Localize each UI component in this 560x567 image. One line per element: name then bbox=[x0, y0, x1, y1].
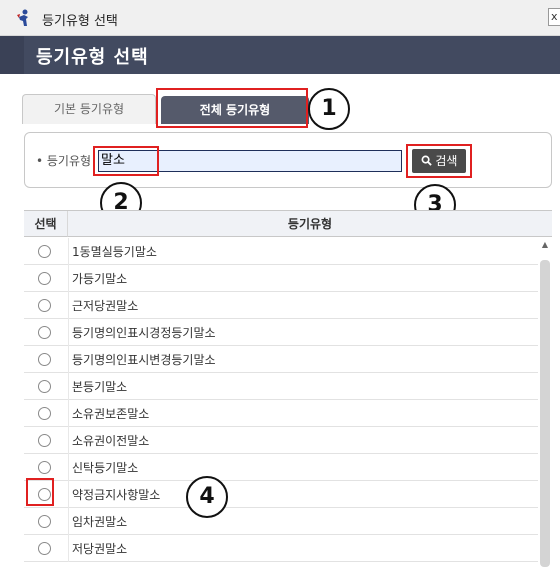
row-label: 근저당권말소 bbox=[72, 299, 139, 313]
row-radio[interactable] bbox=[38, 326, 51, 339]
table-row[interactable]: 본등기말소 bbox=[24, 373, 538, 400]
highlight-box-radio bbox=[26, 478, 54, 506]
window-titlebar: 등기유형 선택 x bbox=[0, 0, 560, 36]
row-radio[interactable] bbox=[38, 272, 51, 285]
table-row[interactable]: 가등기말소 bbox=[24, 265, 538, 292]
table-row[interactable]: 등기명의인표시변경등기말소 bbox=[24, 346, 538, 373]
row-label: 1동멸실등기말소 bbox=[72, 245, 157, 259]
table-row[interactable]: 저당권말소 bbox=[24, 535, 538, 562]
row-radio[interactable] bbox=[38, 461, 51, 474]
column-header-registration-type: 등기유형 bbox=[68, 211, 552, 237]
scroll-up-arrow-icon[interactable]: ▲ bbox=[539, 240, 551, 250]
row-radio[interactable] bbox=[38, 542, 51, 555]
dialog-header: 등기유형 선택 bbox=[0, 36, 560, 74]
page-title: 등기유형 선택 bbox=[36, 47, 149, 68]
row-label: 약정금지사항말소 bbox=[72, 488, 161, 502]
table-row[interactable]: 신탁등기말소 bbox=[24, 454, 538, 481]
row-label: 등기명의인표시경정등기말소 bbox=[72, 326, 216, 340]
close-button[interactable]: x bbox=[548, 8, 560, 26]
row-radio[interactable] bbox=[38, 353, 51, 366]
row-radio[interactable] bbox=[38, 407, 51, 420]
table-row[interactable]: 소유권이전말소 bbox=[24, 427, 538, 454]
row-radio[interactable] bbox=[38, 299, 51, 312]
row-radio[interactable] bbox=[38, 380, 51, 393]
row-label: 소유권이전말소 bbox=[72, 434, 150, 448]
row-label: 등기명의인표시변경등기말소 bbox=[72, 353, 216, 367]
callout-marker-1: 1 bbox=[308, 88, 350, 130]
table-scrollbar[interactable]: ▲ bbox=[538, 238, 552, 567]
highlight-box-search-button bbox=[406, 144, 472, 178]
row-label: 소유권보존말소 bbox=[72, 407, 150, 421]
registration-type-table: 선택 등기유형 1동멸실등기말소 가등기말소 근저당권말소 등기명의인표시경정등… bbox=[24, 210, 552, 567]
highlight-box-tab bbox=[156, 88, 308, 128]
table-row[interactable]: 임차권말소 bbox=[24, 508, 538, 535]
search-field-label: • 등기유형 bbox=[36, 154, 92, 168]
row-label: 본등기말소 bbox=[72, 380, 128, 394]
row-radio[interactable] bbox=[38, 245, 51, 258]
row-label: 임차권말소 bbox=[72, 515, 128, 529]
table-row[interactable]: 등기명의인표시경정등기말소 bbox=[24, 319, 538, 346]
callout-marker-4: 4 bbox=[186, 476, 228, 518]
app-figure-icon bbox=[17, 9, 28, 26]
column-header-select: 선택 bbox=[24, 211, 68, 237]
table-row[interactable]: 1동멸실등기말소 bbox=[24, 238, 538, 265]
row-radio[interactable] bbox=[38, 515, 51, 528]
table-row[interactable]: 약정금지사항말소 bbox=[24, 481, 538, 508]
row-label: 저당권말소 bbox=[72, 542, 128, 556]
table-row[interactable]: 소유권보존말소 bbox=[24, 400, 538, 427]
header-accent bbox=[0, 36, 24, 74]
scroll-thumb[interactable] bbox=[540, 260, 550, 567]
table-row[interactable]: 근저당권말소 bbox=[24, 292, 538, 319]
window-title: 등기유형 선택 bbox=[42, 14, 118, 29]
highlight-box-input bbox=[93, 146, 159, 176]
row-radio[interactable] bbox=[38, 434, 51, 447]
row-label: 신탁등기말소 bbox=[72, 461, 139, 475]
tab-basic-registration-type[interactable]: 기본 등기유형 bbox=[22, 94, 156, 124]
row-label: 가등기말소 bbox=[72, 272, 128, 286]
